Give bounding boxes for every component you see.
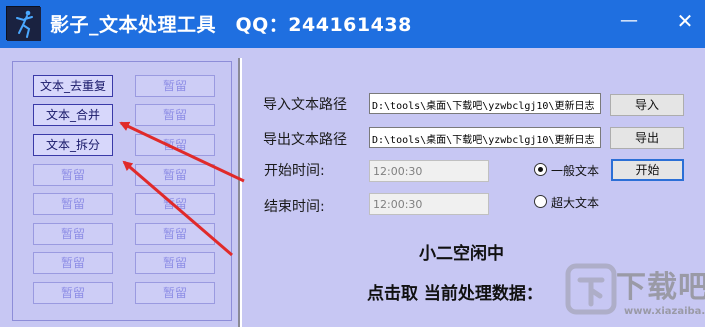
minimize-icon[interactable]: — xyxy=(614,8,644,34)
export-button[interactable]: 导出 xyxy=(610,127,684,149)
current-data-label[interactable]: 点击取 当前处理数据： xyxy=(367,279,543,304)
status-text: 小二空闲中 xyxy=(419,244,504,264)
function-button-2[interactable]: 暂留 xyxy=(135,75,215,97)
import-path-label: 导入文本路径 xyxy=(263,97,347,113)
start-time-label: 开始时间: xyxy=(264,163,325,179)
import-button[interactable]: 导入 xyxy=(610,94,684,116)
function-button-5[interactable]: 文本_拆分 xyxy=(33,134,113,156)
radio-large-text[interactable] xyxy=(534,195,547,208)
function-button-15[interactable]: 暂留 xyxy=(33,282,113,304)
import-path-input[interactable]: D:\tools\桌面\下载吧\yzwbclgj10\更新日志 xyxy=(369,93,601,114)
function-button-16[interactable]: 暂留 xyxy=(135,282,215,304)
function-button-14[interactable]: 暂留 xyxy=(135,252,215,274)
watermark-text: 下载吧 xyxy=(616,270,705,305)
function-button-10[interactable]: 暂留 xyxy=(135,193,215,215)
export-path-label: 导出文本路径 xyxy=(263,132,347,148)
window-title: 影子_文本处理工具 QQ：244161438 xyxy=(50,14,412,36)
function-button-8[interactable]: 暂留 xyxy=(135,164,215,186)
export-path-input[interactable]: D:\tools\桌面\下载吧\yzwbclgj10\更新日志 xyxy=(369,127,601,148)
function-button-3[interactable]: 文本_合并 xyxy=(33,104,113,126)
function-button-12[interactable]: 暂留 xyxy=(135,223,215,245)
function-button-13[interactable]: 暂留 xyxy=(33,252,113,274)
function-button-7[interactable]: 暂留 xyxy=(33,164,113,186)
radio-selected-dot xyxy=(538,167,543,172)
radio-normal-label: 一般文本 xyxy=(551,164,600,178)
title-bar: 影子_文本处理工具 QQ：244161438 — ✕ xyxy=(0,0,705,48)
function-button-panel: 文本_去重复 暂留 文本_合并 暂留 文本_拆分 暂留 暂留 暂留 暂留 暂留 暂留 暂留 暂留 暂留 暂留… xyxy=(12,61,232,321)
app-logo-icon xyxy=(6,6,41,41)
panel-divider xyxy=(238,58,242,327)
radio-normal-text[interactable] xyxy=(534,163,547,176)
function-button-1[interactable]: 文本_去重复 xyxy=(33,75,113,97)
function-button-11[interactable]: 暂留 xyxy=(33,223,113,245)
function-button-9[interactable]: 暂留 xyxy=(33,193,113,215)
radio-large-label: 超大文本 xyxy=(551,196,600,210)
close-icon[interactable]: ✕ xyxy=(670,8,700,34)
function-button-4[interactable]: 暂留 xyxy=(135,104,215,126)
watermark-url: www.xiazaiba.com xyxy=(624,306,705,317)
function-button-6[interactable]: 暂留 xyxy=(135,134,215,156)
start-button[interactable]: 开始 xyxy=(611,159,684,181)
end-time-label: 结束时间: xyxy=(264,199,325,215)
end-time-input[interactable]: 12:00:30 xyxy=(369,193,489,215)
start-time-input[interactable]: 12:00:30 xyxy=(369,160,489,182)
